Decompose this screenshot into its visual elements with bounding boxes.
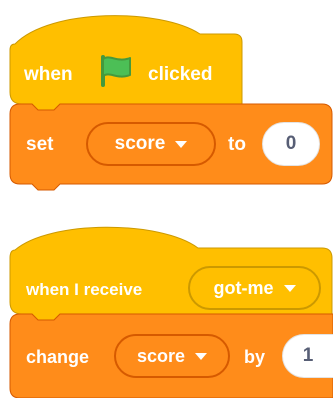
variable-dropdown[interactable]: score — [86, 122, 216, 166]
message-dropdown[interactable]: got-me — [188, 266, 321, 310]
message-dropdown-value: got-me — [213, 277, 274, 298]
variable-dropdown-value: score — [114, 133, 166, 154]
value-input[interactable]: 1 — [282, 334, 333, 378]
change-label: change — [26, 347, 90, 367]
chevron-down-icon — [195, 352, 208, 360]
scripts-canvas: when clicked set score to 0 when I recei… — [0, 0, 333, 398]
chevron-down-icon — [283, 284, 296, 292]
set-label: set — [26, 134, 54, 155]
by-label: by — [244, 347, 266, 367]
hat-clicked-label: clicked — [148, 64, 213, 85]
chevron-down-icon — [175, 140, 188, 148]
when-i-receive-label: when I receive — [26, 280, 143, 299]
variable-dropdown-value: score — [136, 345, 186, 366]
green-flag-icon — [96, 54, 136, 88]
variable-dropdown[interactable]: score — [114, 334, 230, 378]
to-label: to — [228, 134, 246, 155]
hat-when-label: when — [24, 64, 73, 85]
value-input[interactable]: 0 — [262, 122, 320, 166]
